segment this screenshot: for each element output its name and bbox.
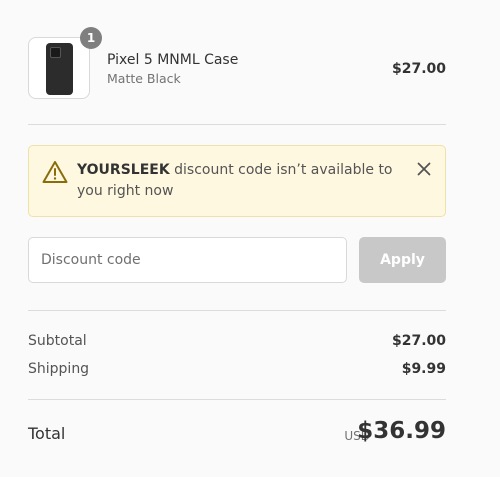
quantity-badge: 1 <box>80 27 102 49</box>
discount-warning-notice: YOURSLEEK discount code isn’t available … <box>28 145 446 217</box>
divider <box>28 124 446 125</box>
divider <box>28 310 446 311</box>
warning-icon <box>42 161 68 183</box>
phone-case-icon <box>46 43 73 95</box>
order-summary: 1 Pixel 5 MNML Case Matte Black $27.00 Y… <box>28 0 446 444</box>
product-variant: Matte Black <box>107 71 181 86</box>
shipping-value: $9.99 <box>401 361 446 377</box>
apply-button[interactable]: Apply <box>359 237 446 283</box>
product-thumbnail <box>28 37 90 99</box>
product-name: Pixel 5 MNML Case <box>107 52 239 68</box>
camera-cutout <box>50 47 61 58</box>
product-price: $27.00 <box>391 61 446 77</box>
divider <box>28 399 446 400</box>
discount-code-name: YOURSLEEK <box>77 162 170 178</box>
notice-message: YOURSLEEK discount code isn’t available … <box>77 160 397 202</box>
product-row: 1 Pixel 5 MNML Case Matte Black $27.00 <box>28 0 446 124</box>
shipping-label: Shipping <box>28 361 90 377</box>
discount-code-input[interactable] <box>28 237 347 283</box>
shipping-line: Shipping $9.99 <box>28 361 446 377</box>
subtotal-line: Subtotal $27.00 <box>28 333 446 349</box>
subtotal-value: $27.00 <box>391 333 446 349</box>
subtotal-label: Subtotal <box>28 333 87 349</box>
total-amount: $36.99 <box>357 418 446 444</box>
close-icon[interactable] <box>417 162 431 176</box>
total-label: Total <box>28 424 66 443</box>
